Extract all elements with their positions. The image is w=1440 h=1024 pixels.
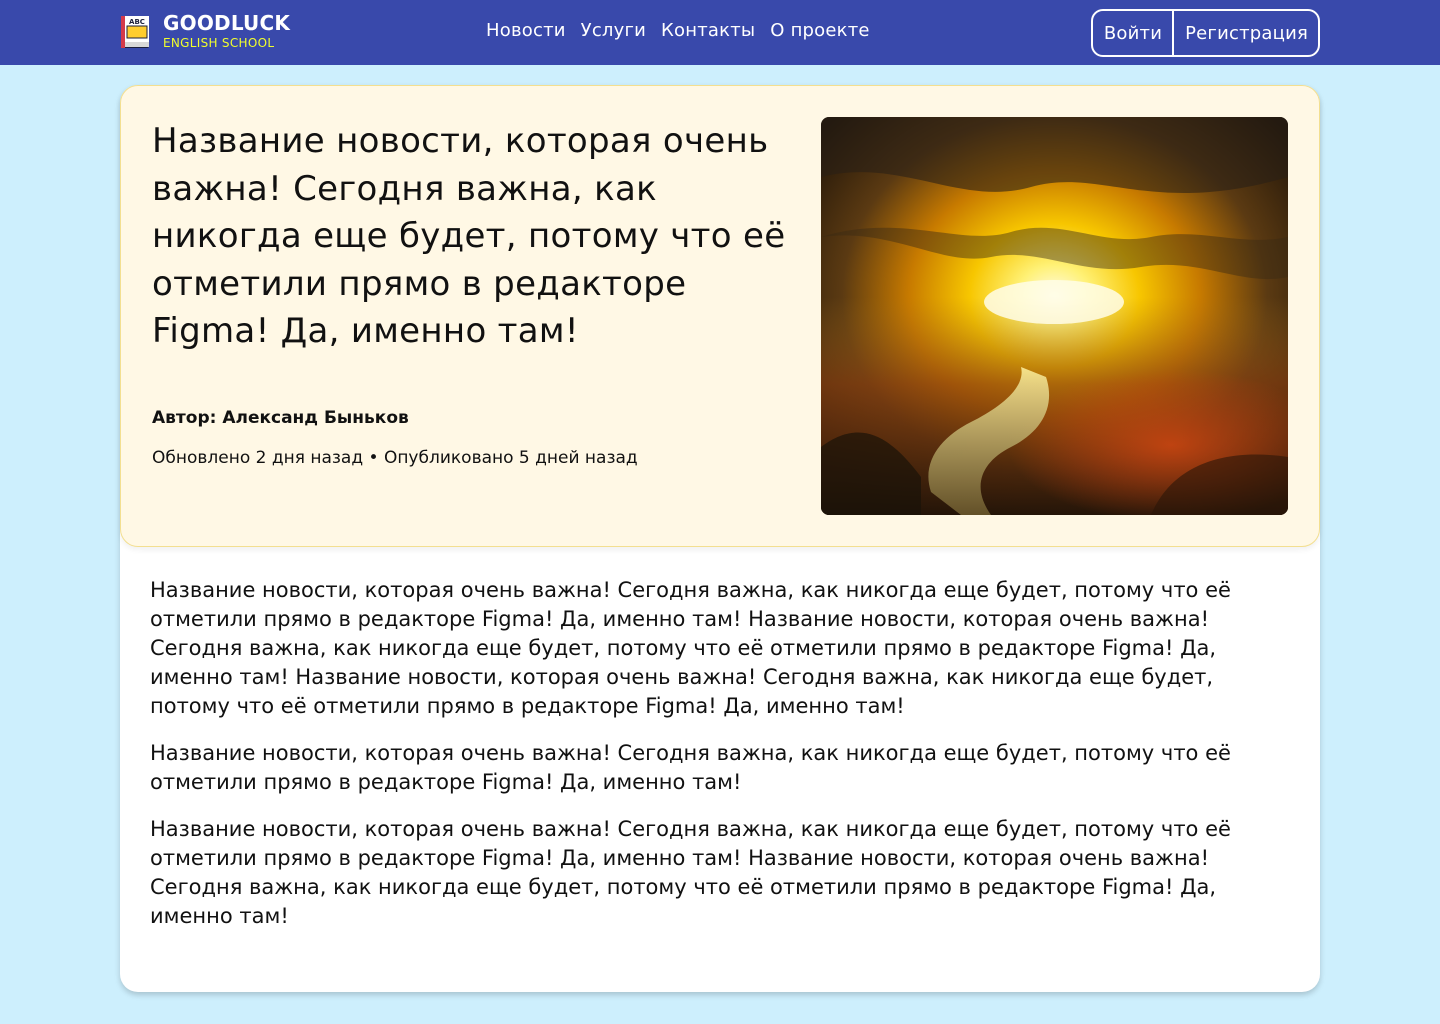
abc-book-icon: ABC xyxy=(119,12,153,50)
news-meta: Обновлено 2 дня назад • Опубликовано 5 д… xyxy=(152,448,638,468)
main-nav: Новости Услуги Контакты О проекте xyxy=(486,20,870,41)
logo-subtitle: ENGLISH SCHOOL xyxy=(163,36,275,50)
news-title: Название новости, которая очень важна! С… xyxy=(152,121,786,351)
nav-item-news[interactable]: Новости xyxy=(486,20,566,41)
nav-item-about[interactable]: О проекте xyxy=(770,20,869,41)
register-button[interactable]: Регистрация xyxy=(1172,11,1318,55)
login-button[interactable]: Войти xyxy=(1093,11,1172,55)
news-card: Название новости, которая очень важна! С… xyxy=(120,85,1320,992)
article-body: Название новости, которая очень важна! С… xyxy=(150,576,1290,949)
nav-item-contacts[interactable]: Контакты xyxy=(661,20,755,41)
logo[interactable]: ABC GOODLUCK ENGLISH SCHOOL xyxy=(119,12,290,50)
logo-title: GOODLUCK xyxy=(163,11,291,35)
news-author: Автор: Александ Быньков xyxy=(152,408,409,428)
article-paragraph: Название новости, которая очень важна! С… xyxy=(150,817,1231,928)
sunset-landscape-image xyxy=(821,117,1288,515)
logo-text: GOODLUCK ENGLISH SCHOOL xyxy=(163,13,290,49)
article-paragraph: Название новости, которая очень важна! С… xyxy=(150,741,1231,794)
news-hero: Название новости, которая очень важна! С… xyxy=(120,85,1320,547)
site-header: ABC GOODLUCK ENGLISH SCHOOL Новости Услу… xyxy=(0,0,1440,65)
nav-item-services[interactable]: Услуги xyxy=(581,20,646,41)
svg-text:ABC: ABC xyxy=(129,18,145,26)
article-paragraph: Название новости, которая очень важна! С… xyxy=(150,578,1231,718)
auth-buttons: Войти Регистрация xyxy=(1090,9,1320,57)
